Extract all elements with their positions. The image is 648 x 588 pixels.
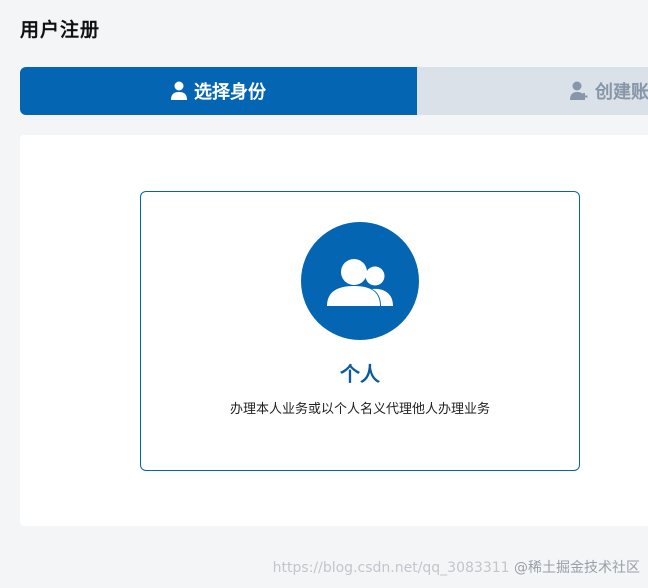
content-panel: 个人 办理本人业务或以个人名义代理他人办理业务 [20, 135, 648, 526]
step-label: 创建账 [595, 82, 648, 103]
page-title: 用户注册 [20, 19, 101, 41]
identity-card-personal[interactable]: 个人 办理本人业务或以个人名义代理他人办理业务 [140, 191, 580, 471]
card-description: 办理本人业务或以个人名义代理他人办理业务 [229, 402, 490, 417]
card-title: 个人 [340, 362, 380, 386]
watermark-brand: @稀土掘金技术社区 [514, 560, 640, 576]
step-select-identity[interactable]: 选择身份 [20, 67, 417, 115]
group-users-icon [301, 222, 419, 340]
step-label: 选择身份 [194, 82, 266, 103]
watermark-url: https://blog.csdn.net/qq_3083311 [272, 560, 510, 576]
step-create-account[interactable]: 创建账 [417, 67, 648, 115]
user-icon [171, 81, 187, 100]
step-bar: 选择身份 创建账 [20, 67, 648, 115]
watermark: https://blog.csdn.net/qq_3083311 @稀土掘金技术… [273, 557, 640, 577]
add-user-icon [570, 81, 588, 100]
